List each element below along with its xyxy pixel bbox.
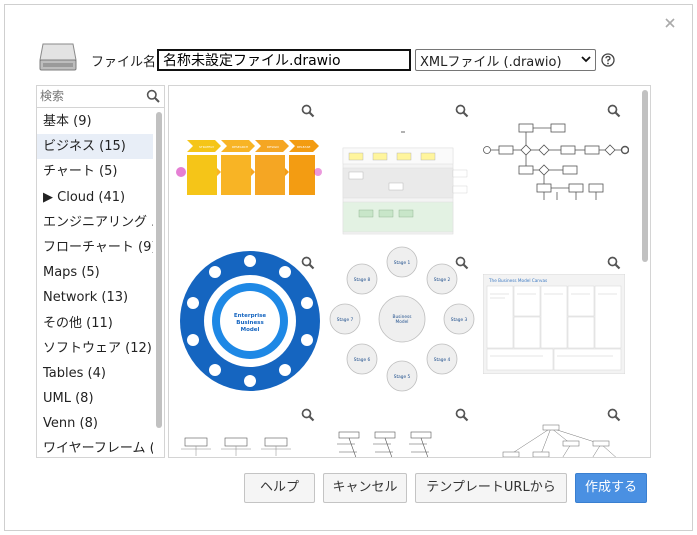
template-tile-bpmn-flow[interactable]: [481, 100, 629, 240]
svg-text:Model: Model: [241, 327, 260, 333]
help-icon[interactable]: [601, 53, 615, 67]
category-software[interactable]: ソフトウェア (12): [37, 336, 153, 361]
template-tile-business-canvas[interactable]: The Business Model Canvas: [481, 252, 629, 392]
template-gallery: STRATEGY RESEARCH DESIGN RELEASE Enterpr…: [168, 85, 651, 458]
stage-label-1: Stage 1: [394, 260, 411, 266]
stage-label-6: Stage 6: [354, 357, 371, 363]
category-basic[interactable]: 基本 (9): [37, 109, 153, 134]
zoom-icon[interactable]: [607, 104, 621, 118]
stage-label-2: Stage 2: [434, 277, 451, 283]
sidebar-scrollbar[interactable]: [155, 110, 163, 456]
chevron-label-4: RELEASE: [297, 145, 311, 149]
zoom-icon[interactable]: [301, 408, 315, 422]
search-input[interactable]: [37, 86, 141, 106]
gallery-scrollbar[interactable]: [640, 86, 650, 457]
chevron-label-1: STRATEGY: [199, 145, 214, 149]
chevron-label-2: RESEARCH: [232, 145, 248, 149]
category-cloud[interactable]: ▶ Cloud (41): [37, 185, 153, 210]
category-uml[interactable]: UML (8): [37, 386, 153, 411]
category-sidebar: 基本 (9) ビジネス (15) チャート (5) ▶ Cloud (41) エ…: [36, 85, 165, 458]
cancel-button[interactable]: キャンセル: [323, 473, 407, 503]
category-network[interactable]: Network (13): [37, 285, 153, 310]
zoom-icon[interactable]: [607, 256, 621, 270]
search-icon[interactable]: [146, 89, 160, 107]
search-box: [37, 86, 164, 108]
enterprise-wheel-thumbnail: Enterprise Business Model: [180, 251, 320, 391]
bpmn-flow-thumbnail: [483, 123, 629, 200]
category-wireframes[interactable]: ワイヤーフレーム (5): [37, 436, 153, 457]
tree-thumbnail: [502, 424, 617, 457]
zoom-icon[interactable]: [455, 104, 469, 118]
swimlane-thumbnail: [342, 131, 468, 235]
fishbone-thumbnail: [337, 431, 432, 457]
template-tile-fishbone[interactable]: [329, 404, 477, 457]
stages-thumbnail: Business Model Stage 1 Stage 2 Stage 3 S…: [329, 246, 475, 392]
template-tile-enterprise-wheel[interactable]: Enterprise Business Model: [175, 251, 323, 392]
category-other[interactable]: その他 (11): [37, 311, 153, 336]
svg-text:Business: Business: [236, 320, 264, 326]
svg-text:Model: Model: [396, 319, 409, 325]
new-diagram-dialog: ファイル名: XMLファイル (.drawio) 基本 (9) ビジネス (15…: [4, 4, 693, 531]
template-tile-swimlane[interactable]: [329, 100, 477, 240]
category-flowcharts[interactable]: フローチャート (9): [37, 235, 153, 260]
canvas-title: The Business Model Canvas: [488, 278, 547, 283]
chevron-label-3: DESIGN: [267, 145, 279, 149]
category-charts[interactable]: チャート (5): [37, 159, 153, 184]
filename-label: ファイル名:: [91, 55, 161, 70]
close-icon[interactable]: [664, 17, 678, 31]
stage-label-4: Stage 4: [434, 357, 451, 363]
zoom-icon[interactable]: [301, 104, 315, 118]
format-select[interactable]: XMLファイル (.drawio): [415, 49, 596, 71]
create-button[interactable]: 作成する: [575, 473, 647, 503]
zoom-icon[interactable]: [607, 408, 621, 422]
category-business[interactable]: ビジネス (15): [37, 134, 153, 160]
category-venn[interactable]: Venn (8): [37, 411, 153, 436]
stage-label-8: Stage 8: [354, 277, 371, 283]
template-tile-chevron-process[interactable]: STRATEGY RESEARCH DESIGN RELEASE: [175, 100, 323, 240]
chevron-down-icon: [581, 55, 591, 66]
stage-label-5: Stage 5: [394, 374, 411, 380]
enterprise-title-text: Enterprise: [234, 313, 267, 319]
stage-label-7: Stage 7: [337, 317, 354, 323]
drive-icon: [39, 42, 77, 72]
timeline-thumbnail: [181, 437, 291, 456]
category-maps[interactable]: Maps (5): [37, 260, 153, 285]
template-tile-timeline[interactable]: [175, 404, 323, 457]
filename-input[interactable]: [157, 49, 411, 71]
category-tables[interactable]: Tables (4): [37, 361, 153, 386]
category-engineering[interactable]: エンジニアリング ...: [37, 210, 153, 235]
business-canvas-thumbnail: The Business Model Canvas: [483, 274, 625, 374]
template-url-button[interactable]: テンプレートURLから: [415, 473, 567, 503]
format-select-value: XMLファイル (.drawio): [420, 54, 562, 70]
template-tile-tree[interactable]: [481, 404, 629, 457]
template-tile-stages[interactable]: Business Model Stage 1 Stage 2 Stage 3 S…: [329, 246, 477, 392]
help-button[interactable]: ヘルプ: [244, 473, 315, 503]
stage-label-3: Stage 3: [451, 317, 468, 323]
chevron-process-thumbnail: STRATEGY RESEARCH DESIGN RELEASE: [176, 140, 322, 195]
zoom-icon[interactable]: [455, 408, 469, 422]
category-list: 基本 (9) ビジネス (15) チャート (5) ▶ Cloud (41) エ…: [37, 109, 153, 457]
